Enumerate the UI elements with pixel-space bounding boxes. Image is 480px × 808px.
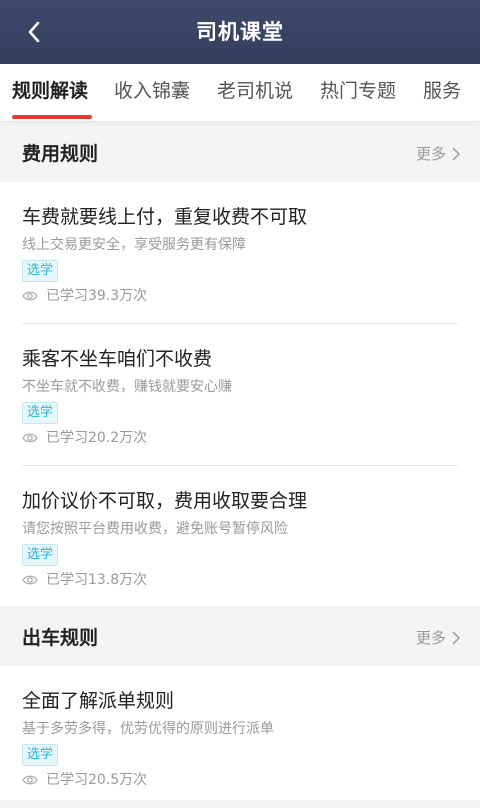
tab-veteran-drivers[interactable]: 老司机说: [217, 64, 293, 121]
category-tabs: 规则解读 收入锦囊 老司机说 热门专题 服务: [0, 64, 480, 121]
item-title: 加价议价不可取，费用收取要合理: [22, 490, 308, 512]
tab-service[interactable]: 服务: [423, 64, 461, 121]
top-bar: 司机课堂: [0, 0, 480, 64]
tab-rules[interactable]: 规则解读: [12, 64, 88, 121]
chevron-right-icon: [452, 147, 460, 161]
more-link[interactable]: 更多: [416, 610, 460, 666]
list-item[interactable]: 乘客不坐车咱们不收费 不坐车就不收费，赚钱就要安心赚 选学 已学习20.2万次: [0, 324, 480, 466]
eye-icon: [22, 775, 38, 785]
item-description: 基于多劳多得，优劳优得的原则进行派单: [22, 721, 274, 737]
page-title: 司机课堂: [196, 20, 284, 44]
more-label: 更多: [415, 145, 446, 163]
item-description: 不坐车就不收费，赚钱就要安心赚: [22, 379, 232, 395]
elective-badge: 选学: [22, 402, 59, 424]
view-count-text: 已学习39.3万次: [46, 288, 148, 304]
list-item[interactable]: 车费就要线上付，重复收费不可取 线上交易更安全，享受服务更有保障 选学 已学习3…: [0, 182, 480, 324]
list-item[interactable]: 全面了解派单规则 基于多劳多得，优劳优得的原则进行派单 选学 已学习20.5万次: [0, 666, 480, 808]
elective-badge: 选学: [22, 260, 59, 282]
view-count: 已学习39.3万次: [22, 286, 147, 306]
elective-badge: 选学: [22, 744, 59, 766]
eye-icon: [22, 433, 38, 443]
item-title: 乘客不坐车咱们不收费: [22, 348, 213, 370]
more-label: 更多: [415, 629, 446, 647]
view-count: 已学习20.5万次: [22, 770, 147, 790]
section-title: 费用规则: [22, 143, 99, 165]
tab-hot-topics[interactable]: 热门专题: [320, 64, 396, 121]
section-header-trip-rules: 出车规则 更多: [0, 610, 480, 666]
list-item[interactable]: 加价议价不可取，费用收取要合理 请您按照平台费用收费，避免账号暂停风险 选学 已…: [0, 466, 480, 608]
trip-rules-list: 全面了解派单规则 基于多劳多得，优劳优得的原则进行派单 选学 已学习20.5万次: [0, 666, 480, 800]
fee-rules-list: 车费就要线上付，重复收费不可取 线上交易更安全，享受服务更有保障 选学 已学习3…: [0, 182, 480, 606]
eye-icon: [22, 291, 38, 301]
chevron-right-icon: [452, 631, 460, 645]
view-count: 已学习13.8万次: [22, 570, 147, 590]
item-description: 线上交易更安全，享受服务更有保障: [22, 237, 246, 253]
tab-income-tips[interactable]: 收入锦囊: [114, 64, 190, 121]
active-tab-indicator: [12, 115, 92, 119]
view-count-text: 已学习13.8万次: [46, 572, 148, 588]
item-description: 请您按照平台费用收费，避免账号暂停风险: [22, 521, 288, 537]
view-count-text: 已学习20.5万次: [46, 772, 148, 788]
more-link[interactable]: 更多: [416, 126, 460, 182]
item-title: 全面了解派单规则: [22, 690, 175, 712]
item-title: 车费就要线上付，重复收费不可取: [22, 206, 308, 228]
section-title: 出车规则: [22, 627, 99, 649]
elective-badge: 选学: [22, 544, 59, 566]
view-count: 已学习20.2万次: [22, 428, 147, 448]
section-header-fee-rules: 费用规则 更多: [0, 126, 480, 182]
view-count-text: 已学习20.2万次: [46, 430, 148, 446]
eye-icon: [22, 575, 38, 585]
